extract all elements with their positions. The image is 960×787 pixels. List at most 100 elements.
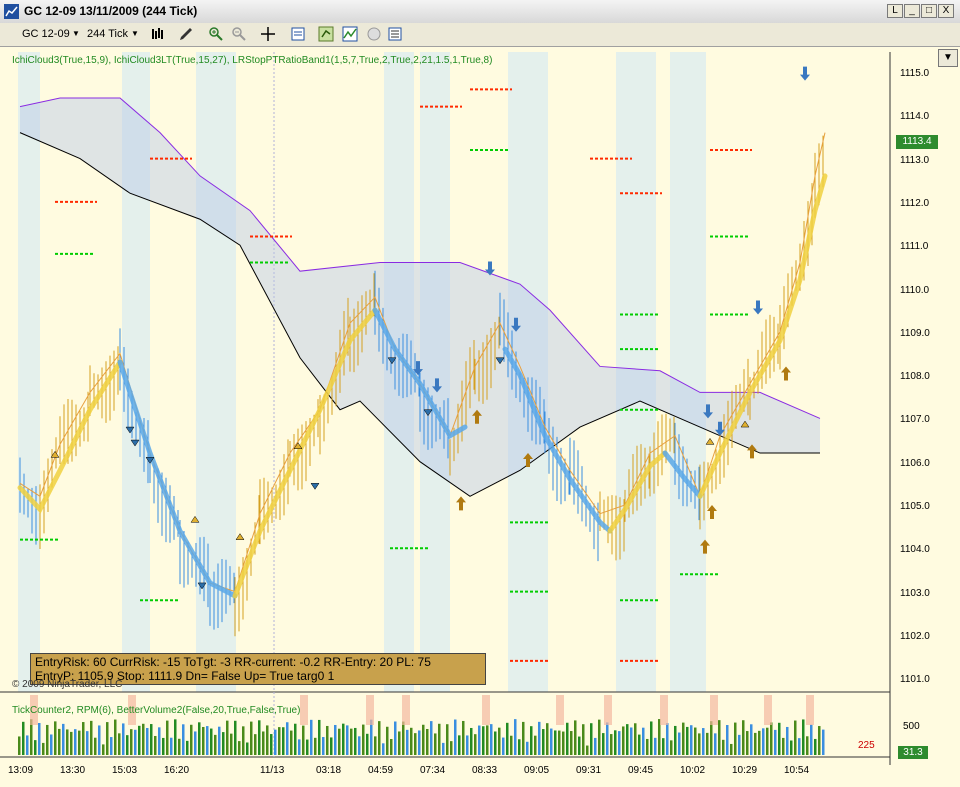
volume-indicator-label: TickCounter2, RPM(6), BetterVolume2(Fals… [12, 705, 301, 716]
volume-highlight [482, 695, 490, 725]
time-tick-label: 13:30 [60, 765, 86, 776]
volume-bar [38, 722, 41, 755]
volume-bar [794, 720, 797, 755]
toolbar: GC 12-09 ▼ 244 Tick ▼ [0, 23, 960, 47]
volume-bar [694, 727, 697, 755]
volume-highlight [710, 695, 718, 725]
volume-bar [462, 720, 465, 755]
signal-up-marker [235, 533, 245, 540]
volume-bar [314, 737, 317, 755]
volume-bar [98, 725, 101, 755]
crosshair-icon[interactable] [260, 26, 276, 42]
properties-icon[interactable] [387, 26, 403, 42]
volume-bar [538, 721, 541, 755]
volume-bar [114, 719, 117, 755]
volume-bar [610, 734, 613, 755]
volume-bar [350, 728, 353, 755]
volume-bar [382, 743, 385, 755]
signal-up-marker [705, 437, 715, 445]
volume-highlight [660, 695, 668, 725]
volume-bar [250, 721, 253, 755]
data-box-icon[interactable] [290, 26, 306, 42]
session-stripe [18, 52, 40, 692]
volume-bar [446, 724, 449, 755]
volume-bar [598, 719, 601, 755]
volume-bar [234, 720, 237, 755]
chevron-down-icon[interactable]: ▼ [72, 25, 80, 43]
volume-bar [338, 728, 341, 755]
volume-bar [102, 744, 105, 755]
volume-bar [106, 722, 109, 755]
maximize-button[interactable]: □ [921, 4, 937, 18]
volume-bar [522, 721, 525, 755]
chevron-down-icon[interactable]: ▼ [938, 49, 958, 67]
volume-bar [258, 720, 261, 755]
restore-button[interactable]: L [887, 4, 903, 18]
volume-bar [674, 725, 677, 755]
period-selector[interactable]: 244 Tick [87, 25, 128, 43]
time-tick-label: 10:54 [784, 765, 810, 776]
volume-highlight [764, 695, 772, 725]
volume-bar [486, 725, 489, 755]
volume-bar [386, 726, 389, 755]
volume-bar [282, 727, 285, 755]
chevron-down-icon[interactable]: ▼ [131, 25, 139, 43]
volume-bar [566, 722, 569, 755]
templates-icon[interactable] [366, 26, 382, 42]
indicators-icon[interactable] [342, 26, 358, 42]
volume-bar [454, 719, 457, 755]
price-tick-label: 1111.0 [900, 241, 929, 253]
volume-bar [458, 735, 461, 755]
volume-bar [94, 737, 97, 755]
price-tick-label: 1112.0 [900, 197, 930, 209]
arrow-down-icon [753, 300, 763, 315]
volume-bar [122, 723, 125, 755]
volume-bar [778, 722, 781, 755]
volume-bar [210, 728, 213, 755]
chart-area[interactable]: IchiCloud3(True,15,9), IchiCloud3LT(True… [0, 47, 960, 787]
volume-bar [166, 720, 169, 755]
volume-bar [642, 727, 645, 755]
volume-bar [518, 739, 521, 755]
volume-bar [90, 720, 93, 755]
volume-bar [278, 727, 281, 755]
minimize-button[interactable]: _ [904, 4, 920, 18]
copyright-text: © 2009 NinjaTrader, LLC [12, 679, 123, 690]
bar-style-icon[interactable] [150, 26, 166, 42]
volume-bar [406, 729, 409, 755]
volume-bar [202, 726, 205, 755]
volume-bar [34, 740, 37, 755]
volume-bar [362, 724, 365, 755]
volume-bar [230, 733, 233, 755]
volume-bar [534, 735, 537, 755]
zoom-in-icon[interactable] [208, 26, 224, 42]
close-button[interactable]: X [938, 4, 954, 18]
volume-bar [714, 733, 717, 755]
volume-bar [178, 738, 181, 755]
volume-bar [450, 741, 453, 755]
volume-bar [246, 742, 249, 755]
strategies-icon[interactable] [318, 26, 334, 42]
volume-bar [514, 719, 517, 755]
volume-bar [470, 727, 473, 755]
price-tick-label: 1109.0 [900, 327, 930, 339]
price-tick-label: 1105.0 [900, 501, 930, 512]
time-tick-label: 09:45 [628, 765, 654, 776]
volume-bar [66, 729, 69, 755]
volume-bar [662, 738, 665, 755]
volume-bar [578, 736, 581, 755]
volume-bar [626, 724, 629, 755]
volume-bar [562, 731, 565, 755]
volume-bar [570, 731, 573, 755]
volume-bar [334, 724, 337, 755]
volume-bar [430, 721, 433, 755]
volume-bar [402, 721, 405, 755]
time-tick-label: 10:29 [732, 765, 758, 776]
instrument-selector[interactable]: GC 12-09 [22, 25, 70, 43]
draw-tool-icon[interactable] [178, 26, 194, 42]
zoom-out-icon[interactable] [231, 26, 247, 42]
volume-bar [438, 723, 441, 755]
last-price-marker: 1113.4 [896, 135, 938, 149]
volume-bar [134, 729, 137, 755]
volume-bar [18, 736, 21, 755]
